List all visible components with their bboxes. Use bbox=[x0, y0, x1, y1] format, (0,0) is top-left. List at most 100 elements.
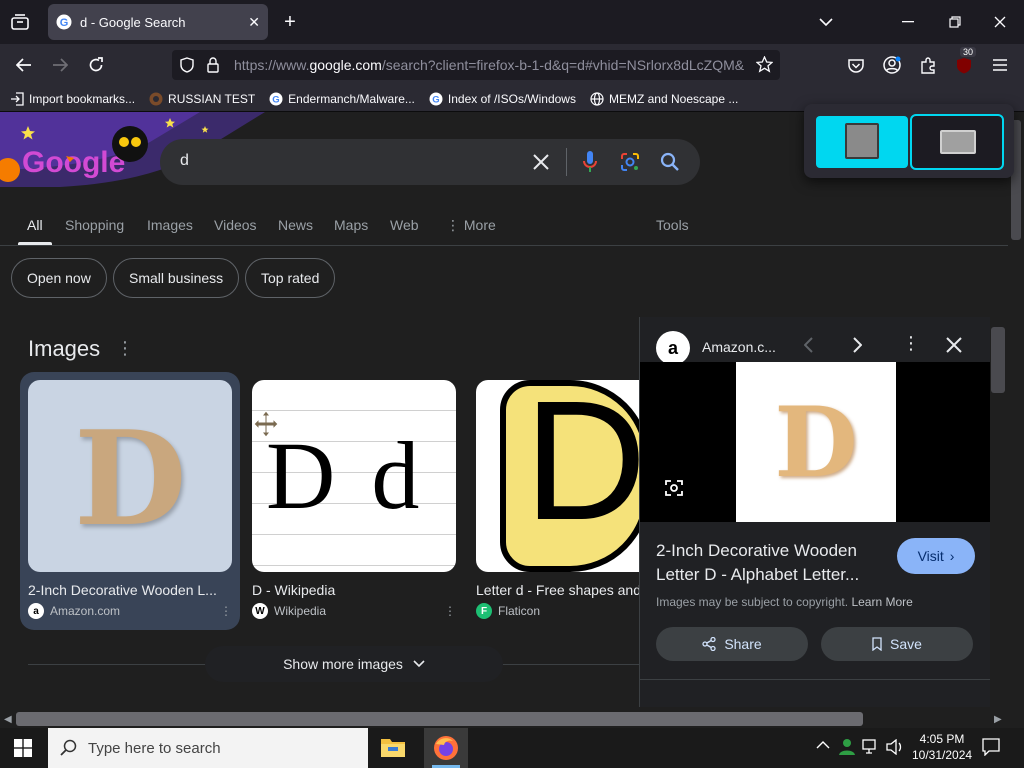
bookmark-endermanch[interactable]: G Endermanch/Malware... bbox=[269, 92, 415, 106]
learn-more-link[interactable]: Learn More bbox=[851, 595, 912, 609]
chip-small-business[interactable]: Small business bbox=[113, 258, 240, 298]
search-submit-icon[interactable] bbox=[660, 152, 680, 172]
tab-news[interactable]: News bbox=[278, 217, 313, 233]
tools-button[interactable]: Tools bbox=[656, 217, 689, 233]
next-image-icon[interactable] bbox=[852, 337, 862, 353]
image-result-card[interactable]: D d D - Wikipedia W Wikipedia ⋮ bbox=[252, 380, 456, 619]
people-icon[interactable] bbox=[838, 738, 856, 756]
pocket-icon[interactable] bbox=[846, 55, 866, 75]
image-source[interactable]: a Amazon.com ⋮ bbox=[28, 603, 232, 619]
tracking-shield-icon[interactable] bbox=[180, 57, 194, 73]
firefox-icon bbox=[433, 735, 459, 761]
lens-image-icon[interactable] bbox=[664, 478, 684, 498]
close-window-icon[interactable] bbox=[990, 12, 1010, 32]
image-thumbnail[interactable]: D bbox=[28, 380, 232, 572]
tab-more[interactable]: ⋮ More bbox=[446, 217, 496, 234]
close-tab-icon[interactable]: ✕ bbox=[248, 14, 260, 31]
extensions-icon[interactable] bbox=[918, 55, 938, 75]
previous-image-icon[interactable] bbox=[804, 337, 814, 353]
card-more-icon[interactable]: ⋮ bbox=[220, 604, 232, 618]
browser-tab-active[interactable]: G d - Google Search ✕ bbox=[48, 4, 268, 40]
preview-image-frame[interactable]: D bbox=[640, 362, 992, 522]
amazon-site-icon: a bbox=[656, 331, 690, 365]
restore-icon[interactable] bbox=[945, 12, 965, 32]
bookmark-import[interactable]: Import bookmarks... bbox=[10, 92, 135, 106]
search-box[interactable]: d bbox=[160, 139, 700, 185]
show-more-images-button[interactable]: Show more images bbox=[205, 646, 503, 682]
ublock-extension-icon[interactable]: 30 bbox=[954, 47, 977, 75]
file-explorer-icon[interactable] bbox=[380, 736, 406, 758]
image-thumbnail[interactable]: D d bbox=[252, 380, 456, 572]
bookmark-isos[interactable]: G Index of /ISOs/Windows bbox=[429, 92, 576, 106]
back-icon[interactable] bbox=[14, 55, 34, 75]
chevron-right-icon: › bbox=[949, 548, 955, 564]
import-icon bbox=[10, 91, 24, 106]
amazon-logo-icon: a bbox=[28, 603, 44, 619]
horizontal-scrollbar[interactable]: ◀ ▶ bbox=[0, 710, 1008, 728]
tab-list-icon[interactable] bbox=[10, 12, 30, 32]
account-icon[interactable] bbox=[882, 55, 902, 75]
save-button[interactable]: Save bbox=[821, 627, 973, 661]
show-hidden-icons-icon[interactable] bbox=[816, 740, 830, 750]
share-button[interactable]: Share bbox=[656, 627, 808, 661]
tab-maps[interactable]: Maps bbox=[334, 217, 368, 233]
taskbar-search-box[interactable]: Type here to search bbox=[48, 728, 368, 768]
more-vert-icon: ⋮ bbox=[446, 217, 460, 233]
voice-search-icon[interactable] bbox=[582, 150, 598, 174]
tab-web[interactable]: Web bbox=[390, 217, 419, 233]
clock[interactable]: 4:05 PM 10/31/2024 bbox=[912, 731, 972, 763]
horizontal-scrollbar-thumb[interactable] bbox=[16, 712, 863, 726]
image-result-card[interactable]: D 2-Inch Decorative Wooden L... a Amazon… bbox=[28, 380, 232, 619]
clock-date: 10/31/2024 bbox=[912, 748, 973, 762]
panel-title[interactable]: 2-Inch Decorative Wooden Letter D - Alph… bbox=[656, 539, 886, 587]
snap-layout-left[interactable] bbox=[816, 116, 908, 168]
card-more-icon[interactable]: ⋮ bbox=[444, 604, 456, 618]
snap-layout-full[interactable] bbox=[910, 114, 1004, 170]
search-divider bbox=[566, 148, 567, 176]
image-source[interactable]: W Wikipedia ⋮ bbox=[252, 603, 456, 619]
bookmark-russian-test[interactable]: RUSSIAN TEST bbox=[149, 92, 255, 106]
image-caption[interactable]: D - Wikipedia bbox=[252, 582, 456, 598]
panel-scrollbar[interactable] bbox=[990, 317, 1006, 708]
notifications-icon[interactable] bbox=[982, 738, 1000, 756]
reload-icon[interactable] bbox=[86, 55, 106, 75]
url-bar[interactable]: https://www.google.com/search?client=fir… bbox=[172, 50, 780, 80]
minimize-icon[interactable] bbox=[898, 12, 918, 32]
lock-icon[interactable] bbox=[207, 57, 219, 73]
firefox-taskbar-button[interactable] bbox=[424, 728, 468, 768]
visit-button[interactable]: Visit › bbox=[897, 538, 975, 574]
network-icon[interactable] bbox=[862, 739, 880, 755]
new-tab-icon[interactable]: + bbox=[280, 11, 300, 33]
bookmark-memz[interactable]: MEMZ and Noescape ... bbox=[590, 92, 738, 106]
maximize-layout-icon bbox=[940, 130, 976, 154]
panel-site-name[interactable]: Amazon.c... bbox=[702, 339, 776, 355]
tab-videos[interactable]: Videos bbox=[214, 217, 257, 233]
images-more-options-icon[interactable]: ⋮ bbox=[116, 338, 134, 359]
lens-search-icon[interactable] bbox=[620, 152, 640, 172]
chip-open-now[interactable]: Open now bbox=[11, 258, 107, 298]
chip-top-rated[interactable]: Top rated bbox=[245, 258, 336, 298]
windows-start-icon[interactable] bbox=[14, 739, 32, 757]
tab-all[interactable]: All bbox=[27, 217, 43, 233]
url-text[interactable]: https://www.google.com/search?client=fir… bbox=[234, 57, 744, 73]
volume-icon[interactable] bbox=[886, 739, 904, 755]
tab-images[interactable]: Images bbox=[147, 217, 193, 233]
forward-icon[interactable] bbox=[50, 55, 70, 75]
taskbar-search-placeholder: Type here to search bbox=[88, 739, 221, 757]
image-caption[interactable]: 2-Inch Decorative Wooden L... bbox=[28, 582, 232, 598]
vertical-scrollbar[interactable] bbox=[1008, 112, 1024, 708]
scroll-left-icon[interactable]: ◀ bbox=[4, 714, 12, 725]
tab-shopping[interactable]: Shopping bbox=[65, 217, 124, 233]
image-preview-panel: a Amazon.c... ⋮ D 2-Inch Decorative Wood… bbox=[639, 317, 992, 707]
search-icon bbox=[60, 739, 78, 757]
list-all-tabs-icon[interactable] bbox=[816, 12, 836, 32]
panel-scrollbar-thumb[interactable] bbox=[991, 327, 1005, 393]
scroll-right-icon[interactable]: ▶ bbox=[994, 714, 1002, 725]
clear-search-icon[interactable] bbox=[532, 153, 550, 171]
search-input[interactable]: d bbox=[180, 152, 189, 170]
close-panel-icon[interactable] bbox=[946, 337, 962, 353]
hamburger-menu-icon[interactable] bbox=[990, 55, 1010, 75]
bookmark-star-icon[interactable] bbox=[756, 56, 773, 73]
panel-more-icon[interactable]: ⋮ bbox=[902, 333, 920, 354]
preview-image[interactable]: D bbox=[736, 362, 896, 522]
